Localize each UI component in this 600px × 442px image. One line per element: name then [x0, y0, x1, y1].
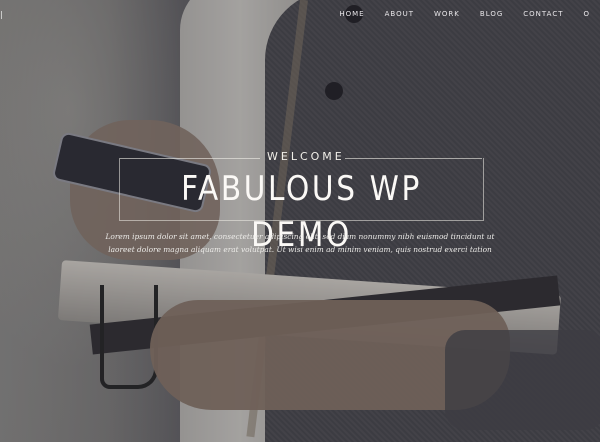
menu-edge-icon[interactable]: | — [0, 10, 3, 19]
hero-description: Lorem ipsum dolor sit amet, consectetuer… — [105, 232, 495, 254]
nav-item-about[interactable]: ABOUT — [375, 10, 424, 24]
nav-item-work[interactable]: WORK — [424, 10, 470, 24]
nav-item-more[interactable]: O — [573, 10, 600, 24]
nav-item-home[interactable]: HOME — [329, 10, 374, 24]
hero-eyebrow: WELCOME — [267, 150, 345, 163]
nav-item-blog[interactable]: BLOG — [470, 10, 513, 24]
main-navigation: HOME ABOUT WORK BLOG CONTACT O — [329, 10, 600, 24]
hero-section: | HOME ABOUT WORK BLOG CONTACT O WELCOME… — [0, 0, 600, 442]
nav-item-contact[interactable]: CONTACT — [513, 10, 573, 24]
